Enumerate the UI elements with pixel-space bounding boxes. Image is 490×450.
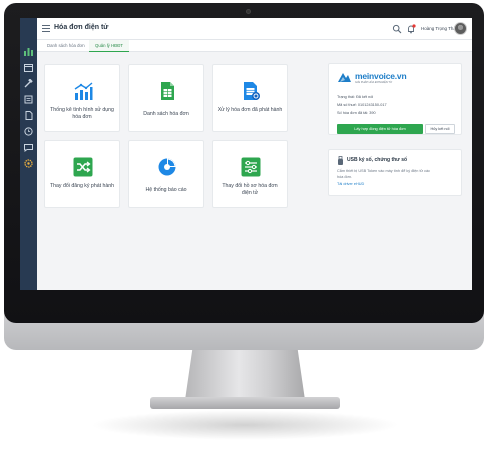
brand-name: meinvoice.vn bbox=[355, 71, 407, 81]
calendar-icon[interactable] bbox=[23, 63, 34, 72]
document-icon[interactable] bbox=[23, 111, 34, 120]
disconnect-button[interactable]: Hủy kết nối bbox=[425, 124, 455, 134]
meinvoice-logo: meinvoice.vn GIẢI PHÁP HÓA ĐƠN ĐIỆN TỬ bbox=[337, 71, 407, 87]
card-label: Thay đổi đăng ký phát hành bbox=[49, 183, 115, 189]
monitor: Hóa đơn điện tử Hoàng Trọng Thắng Danh s… bbox=[0, 0, 490, 450]
pie-chart-icon bbox=[158, 158, 176, 176]
gavel-icon[interactable] bbox=[23, 79, 34, 88]
invoice-process-icon bbox=[244, 82, 260, 100]
download-driver-link[interactable]: Tải driver eHUD bbox=[337, 182, 364, 186]
card-usage-statistics[interactable]: Thống kê tình hình sử dụng hóa đơn bbox=[44, 64, 120, 132]
camera-icon bbox=[246, 9, 251, 14]
card-invoice-list[interactable]: Danh sách hóa đơn bbox=[128, 64, 204, 132]
top-bar: Hóa đơn điện tử Hoàng Trọng Thắng bbox=[37, 18, 472, 40]
card-label: Thay đổi hồ sơ hóa đơn điện tử bbox=[222, 183, 278, 196]
invoice-stack-icon[interactable] bbox=[23, 95, 34, 104]
app-screen: Hóa đơn điện tử Hoàng Trọng Thắng Danh s… bbox=[20, 18, 472, 290]
sliders-icon bbox=[241, 157, 261, 177]
invoice-count: Số hóa đơn đã tải: 390 bbox=[337, 111, 376, 115]
avatar[interactable] bbox=[454, 22, 467, 35]
shuffle-icon bbox=[73, 157, 93, 177]
chart-icon[interactable] bbox=[23, 47, 34, 56]
card-label: Danh sách hóa đơn bbox=[143, 111, 189, 117]
chat-icon[interactable] bbox=[23, 143, 34, 152]
tab-bar: Danh sách hóa đơn Quản lý HĐĐT bbox=[37, 40, 472, 52]
monitor-stand-neck bbox=[185, 350, 305, 400]
usb-title: USB ký số, chứng thư số bbox=[347, 157, 408, 163]
search-icon[interactable] bbox=[392, 24, 402, 34]
monitor-shadow bbox=[90, 410, 400, 440]
monitor-stand-base bbox=[150, 397, 340, 409]
sidebar bbox=[20, 18, 37, 290]
card-change-einvoice-profile[interactable]: Thay đổi hồ sơ hóa đơn điện tử bbox=[212, 140, 288, 208]
card-change-issuance-registration[interactable]: Thay đổi đăng ký phát hành bbox=[44, 140, 120, 208]
notification-bell-icon[interactable] bbox=[406, 24, 416, 34]
connection-status: Trạng thái: Đã kết nối bbox=[337, 95, 374, 99]
card-label: Xử lý hóa đơn đã phát hành bbox=[217, 107, 283, 113]
brand-tagline: GIẢI PHÁP HÓA ĐƠN ĐIỆN TỬ bbox=[355, 81, 393, 84]
clock-icon[interactable] bbox=[23, 127, 34, 136]
line-chart-icon bbox=[74, 82, 93, 100]
menu-icon[interactable] bbox=[42, 25, 50, 33]
card-label: Hệ thống báo cáo bbox=[145, 187, 187, 193]
app-title: Hóa đơn điện tử bbox=[54, 24, 109, 31]
gear-icon[interactable] bbox=[23, 159, 34, 168]
tab-einvoice-management[interactable]: Quản lý HĐĐT bbox=[89, 40, 129, 52]
card-report-system[interactable]: Hệ thống báo cáo bbox=[128, 140, 204, 208]
card-process-issued-invoices[interactable]: Xử lý hóa đơn đã phát hành bbox=[212, 64, 288, 132]
meinvoice-logo-icon bbox=[338, 73, 351, 82]
usb-token-icon bbox=[338, 156, 343, 165]
provider-panel: meinvoice.vn GIẢI PHÁP HÓA ĐƠN ĐIỆN TỬ T… bbox=[328, 63, 462, 135]
tax-code: Mã số thuế: 0101243150-017 bbox=[337, 103, 387, 107]
card-label: Thống kê tình hình sử dụng hóa đơn bbox=[50, 107, 114, 120]
usb-panel: USB ký số, chứng thư số Cắm thiết bị USB… bbox=[328, 149, 462, 196]
tab-invoice-list[interactable]: Danh sách hóa đơn bbox=[41, 40, 91, 52]
get-contract-button[interactable]: Lấy hợp đồng điện tử hóa đơn bbox=[337, 124, 423, 134]
invoice-list-icon bbox=[161, 82, 174, 100]
usb-description: Cắm thiết bị USB Token vào máy tính để k… bbox=[337, 169, 431, 179]
